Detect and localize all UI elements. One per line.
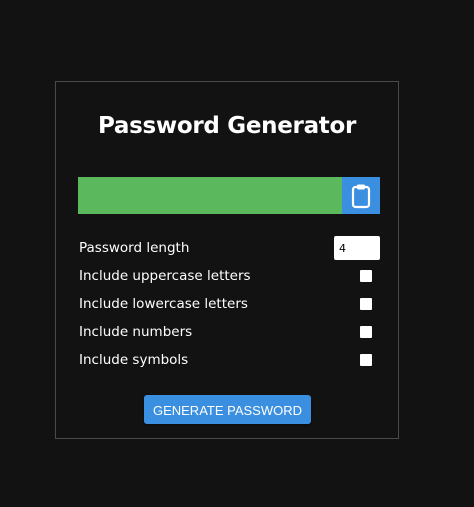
numbers-checkbox[interactable] (360, 326, 372, 338)
numbers-label: Include numbers (79, 324, 193, 340)
password-length-label: Password length (79, 240, 190, 256)
setting-uppercase: Include uppercase letters (79, 264, 378, 288)
setting-lowercase: Include lowercase letters (79, 292, 378, 316)
symbols-checkbox[interactable] (360, 354, 372, 366)
result-container (78, 177, 380, 214)
copy-to-clipboard-button[interactable] (342, 177, 380, 214)
page-title: Password Generator (97, 113, 357, 139)
password-generator-card: Password Generator Password length Inclu… (55, 81, 399, 439)
generate-password-button[interactable]: GENERATE PASSWORD (144, 395, 311, 424)
password-result-display (78, 177, 342, 214)
uppercase-checkbox[interactable] (360, 270, 372, 282)
symbols-label: Include symbols (79, 352, 189, 368)
password-length-input[interactable] (334, 236, 380, 260)
setting-password-length: Password length (79, 236, 380, 260)
uppercase-label: Include uppercase letters (79, 268, 251, 284)
setting-symbols: Include symbols (79, 348, 378, 372)
lowercase-checkbox[interactable] (360, 298, 372, 310)
setting-numbers: Include numbers (79, 320, 378, 344)
lowercase-label: Include lowercase letters (79, 296, 248, 312)
clipboard-icon (351, 184, 371, 208)
